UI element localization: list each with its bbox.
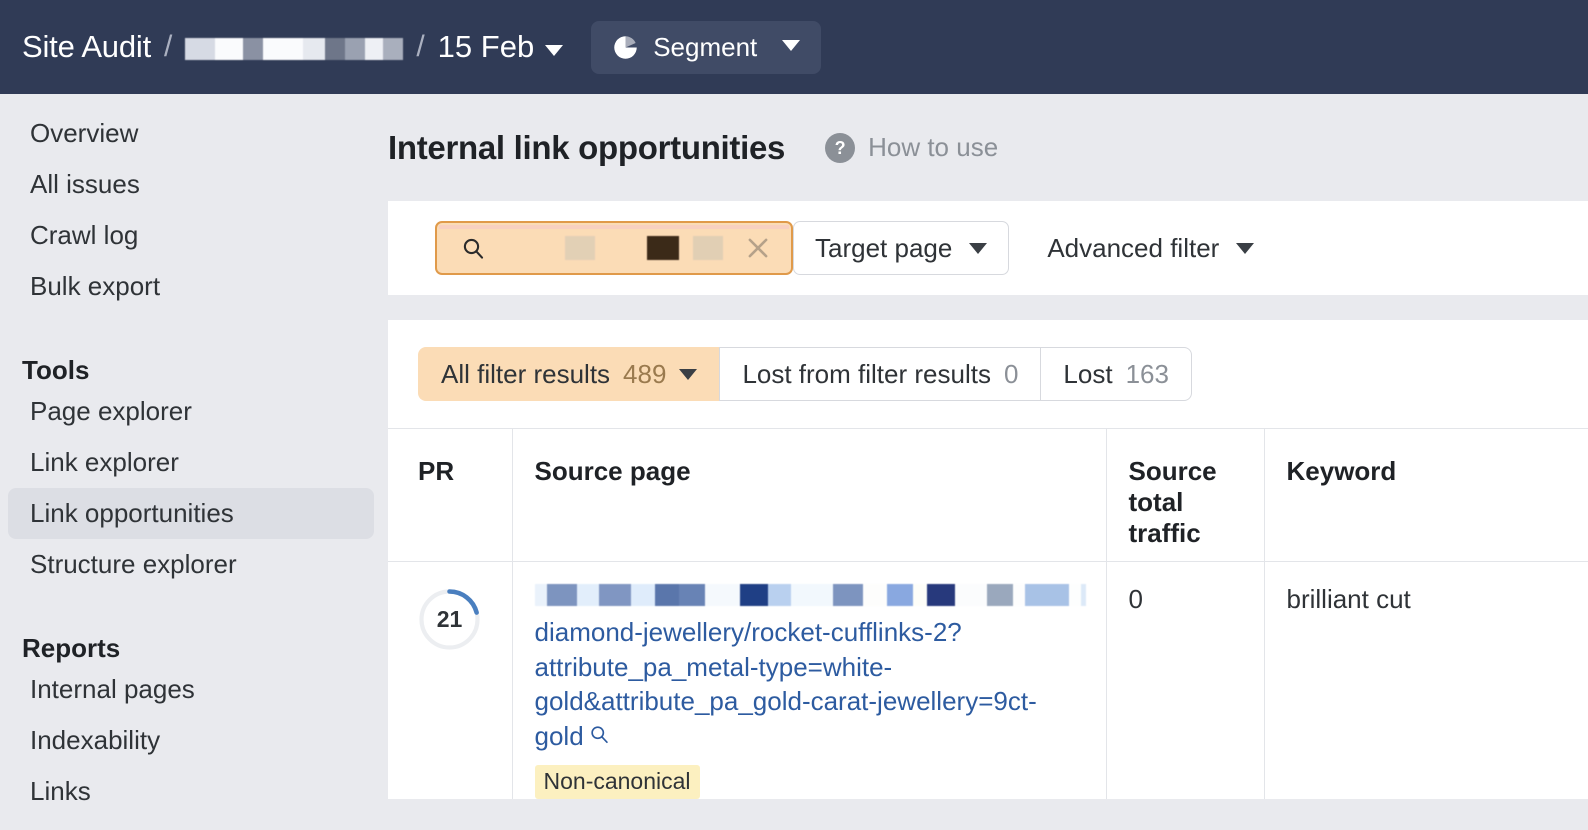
sidebar-item-link-opportunities[interactable]: Link opportunities (8, 488, 374, 539)
sidebar-item-label: Page explorer (30, 396, 192, 427)
advanced-filter-dropdown-label: Advanced filter (1047, 233, 1219, 264)
search-input[interactable] (435, 221, 793, 275)
source-page-link[interactable]: diamond-jewellery/rocket-cufflinks-2?att… (535, 617, 1037, 751)
pie-chart-icon (612, 34, 639, 61)
table-row: 21 diamond-jewellery/rocket-cufflinks-2?… (388, 562, 1588, 800)
top-header-bar: Site Audit / / 15 Feb Segment (0, 0, 1588, 94)
tab-label: Lost (1063, 359, 1112, 390)
results-tabs-panel: All filter results 489 Lost from filter … (388, 320, 1588, 428)
column-header-pr[interactable]: PR (388, 429, 512, 562)
sidebar-item-label: Bulk export (30, 271, 160, 302)
breadcrumb-root[interactable]: Site Audit (22, 29, 151, 65)
question-mark-icon: ? (825, 133, 855, 163)
sidebar-nav: Overview All issues Crawl log Bulk expor… (0, 94, 388, 830)
cell-source-page: diamond-jewellery/rocket-cufflinks-2?att… (512, 562, 1106, 800)
tab-label: All filter results (441, 359, 610, 390)
sidebar-item-label: Structure explorer (30, 549, 237, 580)
breadcrumb-project-redacted[interactable] (185, 38, 403, 60)
sidebar-item-page-explorer[interactable]: Page explorer (8, 386, 374, 437)
sidebar-item-all-issues[interactable]: All issues (8, 159, 374, 210)
chevron-down-icon (545, 45, 563, 56)
sidebar-item-label: Links (30, 776, 91, 807)
chevron-down-icon (679, 369, 697, 380)
tab-count: 0 (1004, 359, 1018, 390)
sidebar-item-crawl-log[interactable]: Crawl log (8, 210, 374, 261)
sidebar-item-label: Link opportunities (30, 498, 234, 529)
sidebar-item-label: Internal pages (30, 674, 195, 705)
column-header-source-total-traffic[interactable]: Source total traffic (1106, 429, 1264, 562)
advanced-filter-dropdown[interactable]: Advanced filter (1026, 221, 1275, 275)
segment-button-label: Segment (653, 32, 757, 63)
sidebar-item-label: Crawl log (30, 220, 138, 251)
sidebar-item-bulk-export[interactable]: Bulk export (8, 261, 374, 312)
sidebar-group-reports: Reports (0, 612, 388, 664)
segment-button[interactable]: Segment (591, 21, 821, 74)
sidebar-item-overview[interactable]: Overview (8, 108, 374, 159)
target-page-dropdown[interactable]: Target page (793, 221, 1009, 275)
status-badge: Non-canonical (535, 765, 700, 799)
main-content: Internal link opportunities ? How to use… (388, 94, 1588, 830)
table-header: PR Source page Source total traffic Keyw… (388, 429, 1588, 562)
date-picker-label: 15 Feb (438, 29, 535, 64)
date-picker[interactable]: 15 Feb (438, 29, 564, 65)
tab-count: 163 (1126, 359, 1169, 390)
table-header-row: PR Source page Source total traffic Keyw… (388, 429, 1588, 562)
sidebar-group-tools: Tools (0, 334, 388, 386)
sidebar-item-link-explorer[interactable]: Link explorer (8, 437, 374, 488)
close-icon[interactable] (745, 235, 771, 261)
results-tabs: All filter results 489 Lost from filter … (418, 347, 1230, 401)
filters-panel: Target page Advanced filter (388, 201, 1588, 295)
column-header-source-page[interactable]: Source page (512, 429, 1106, 562)
tab-count: 489 (623, 359, 666, 390)
search-input-value-redacted (509, 236, 739, 260)
tab-all-filter-results[interactable]: All filter results 489 (418, 347, 719, 401)
cell-keyword: brilliant cut (1264, 562, 1588, 800)
cell-source-total-traffic: 0 (1106, 562, 1264, 800)
panel-divider (388, 295, 1588, 320)
page-header: Internal link opportunities ? How to use (388, 94, 1588, 201)
sidebar-item-structure-explorer[interactable]: Structure explorer (8, 539, 374, 590)
how-to-use-link[interactable]: ? How to use (825, 132, 998, 163)
tab-label: Lost from filter results (742, 359, 991, 390)
sidebar-item-internal-pages[interactable]: Internal pages (8, 664, 374, 715)
source-domain-redacted (535, 584, 1086, 606)
breadcrumb-separator-2: / (416, 30, 424, 64)
cell-pr: 21 (388, 562, 512, 800)
search-icon[interactable] (589, 724, 610, 745)
tab-lost[interactable]: Lost 163 (1040, 347, 1192, 401)
sidebar-item-indexability[interactable]: Indexability (8, 715, 374, 766)
page-title: Internal link opportunities (388, 129, 785, 167)
sidebar-item-label: All issues (30, 169, 140, 200)
tab-lost-from-filter-results[interactable]: Lost from filter results 0 (719, 347, 1040, 401)
chevron-down-icon (1236, 243, 1254, 254)
target-page-dropdown-label: Target page (815, 233, 952, 264)
breadcrumb-separator-1: / (164, 30, 172, 64)
how-to-use-label: How to use (868, 132, 998, 163)
column-header-keyword[interactable]: Keyword (1264, 429, 1588, 562)
pr-value: 21 (418, 588, 481, 651)
search-icon (461, 236, 485, 260)
link-opportunities-table: PR Source page Source total traffic Keyw… (388, 428, 1588, 799)
chevron-down-icon (969, 243, 987, 254)
pr-gauge: 21 (418, 588, 481, 651)
table-body: 21 diamond-jewellery/rocket-cufflinks-2?… (388, 562, 1588, 800)
sidebar-item-label: Indexability (30, 725, 160, 756)
sidebar-item-label: Overview (30, 118, 138, 149)
chevron-down-icon (782, 40, 800, 51)
sidebar-item-label: Link explorer (30, 447, 179, 478)
sidebar-item-links[interactable]: Links (8, 766, 374, 817)
